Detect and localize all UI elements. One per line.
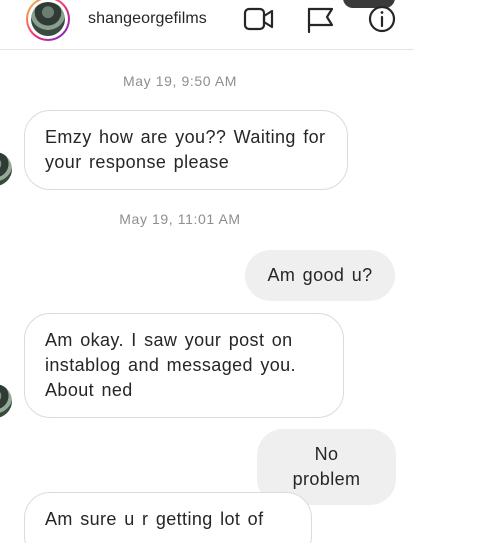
info-icon[interactable]: [366, 5, 398, 33]
outgoing-message[interactable]: Am good u?: [245, 250, 395, 301]
sender-avatar[interactable]: [0, 152, 12, 186]
chat-header: shangeorgefilms: [0, 0, 414, 50]
flag-icon[interactable]: [305, 5, 337, 33]
incoming-message[interactable]: Emzy how are you?? Waiting for your resp…: [24, 110, 348, 190]
profile-avatar[interactable]: [26, 0, 70, 41]
message-timestamp: May 19, 11:01 AM: [119, 211, 241, 227]
video-camera-icon[interactable]: [243, 5, 275, 33]
chat-username[interactable]: shangeorgefilms: [88, 10, 207, 28]
sender-avatar[interactable]: [0, 384, 12, 418]
chat-screen: shangeorgefilms May 19, 9:50 AM Emzy how…: [0, 0, 500, 543]
avatar-image: [31, 2, 65, 36]
incoming-message[interactable]: Am sure u r getting lot of: [24, 492, 312, 543]
message-timestamp: May 19, 9:50 AM: [122, 73, 238, 89]
incoming-message[interactable]: Am okay. I saw your post on instablog an…: [24, 313, 344, 418]
